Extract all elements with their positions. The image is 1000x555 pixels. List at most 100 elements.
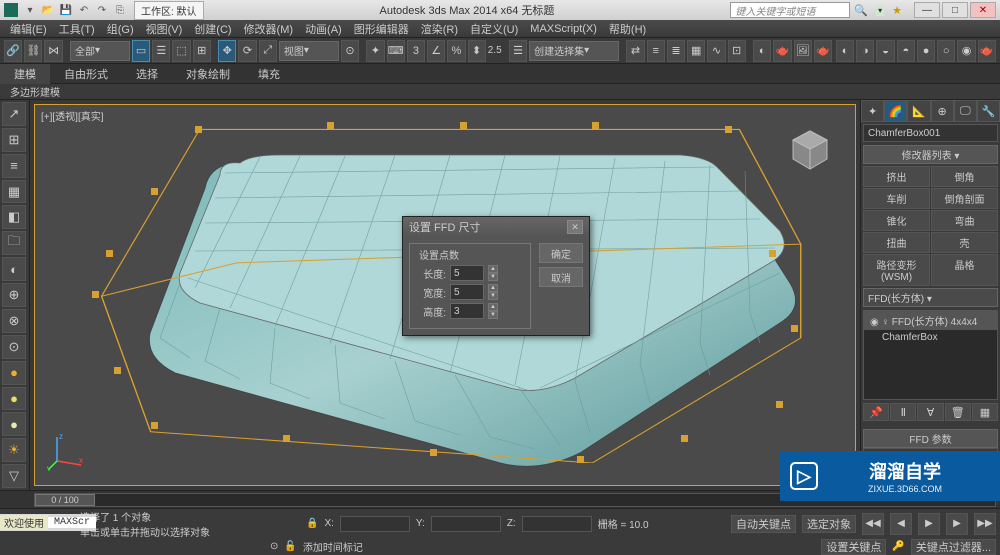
selection-filter-dropdown[interactable]: 全部 ▾ bbox=[70, 41, 130, 61]
object-name-field[interactable]: ChamferBox001 bbox=[863, 124, 998, 142]
mod-bevel-profile[interactable]: 倒角剖面 bbox=[931, 188, 998, 209]
stack-item-ffd[interactable]: ◉ ♀ FFD(长方体) 4x4x4 bbox=[864, 311, 997, 330]
ltool-light1-icon[interactable]: ● bbox=[2, 387, 26, 411]
window-crossing-button[interactable]: ⊞ bbox=[193, 40, 211, 62]
ref-coord-dropdown[interactable]: 视图 ▾ bbox=[279, 41, 339, 61]
keyfilter-button[interactable]: 关键点过滤器... bbox=[911, 539, 996, 555]
signin-icon[interactable]: ▾ bbox=[876, 5, 884, 16]
params-header[interactable]: FFD 参数 bbox=[863, 429, 998, 448]
stack-config-icon[interactable]: ▦ bbox=[972, 403, 998, 421]
ltool-omni-icon[interactable]: ☀ bbox=[2, 438, 26, 462]
tab-modeling[interactable]: 建模 bbox=[0, 64, 50, 84]
help-search-input[interactable]: 键入关键字或短语 bbox=[730, 2, 850, 18]
align-button[interactable]: ≡ bbox=[647, 40, 665, 62]
layers-button[interactable]: ≣ bbox=[667, 40, 685, 62]
t7[interactable]: ◉ bbox=[957, 40, 975, 62]
mod-lattice[interactable]: 晶格 bbox=[931, 254, 998, 286]
new-icon[interactable]: ▾ bbox=[22, 2, 38, 18]
ltool-7[interactable]: ◐ bbox=[2, 257, 26, 281]
edit-selection-set-button[interactable]: ☰ bbox=[509, 40, 527, 62]
snap-toggle-button[interactable]: 3 bbox=[407, 40, 425, 62]
mod-pathdeform[interactable]: 路径变形 (WSM) bbox=[863, 254, 930, 286]
maximize-button[interactable]: □ bbox=[942, 2, 968, 18]
length-spinner[interactable] bbox=[450, 265, 484, 281]
manipulate-button[interactable]: ✦ bbox=[366, 40, 384, 62]
ltool-sphere-icon[interactable]: ● bbox=[2, 361, 26, 385]
ribbon-toggle-button[interactable]: ▦ bbox=[687, 40, 705, 62]
height-spinner[interactable] bbox=[450, 303, 484, 319]
modifier-stack[interactable]: ◉ ♀ FFD(长方体) 4x4x4 ChamferBox bbox=[863, 310, 998, 400]
curve-editor-button[interactable]: ∿ bbox=[707, 40, 725, 62]
length-up[interactable]: ▲ bbox=[488, 265, 498, 273]
dialog-titlebar[interactable]: 设置 FFD 尺寸 ✕ bbox=[403, 217, 589, 237]
t8[interactable]: 🫖 bbox=[978, 40, 996, 62]
infocenter-icon[interactable]: 🔍 bbox=[854, 4, 868, 17]
select-move-button[interactable]: ✥ bbox=[218, 40, 236, 62]
cancel-button[interactable]: 取消 bbox=[539, 267, 583, 287]
next-frame-button[interactable]: ▶ bbox=[946, 513, 968, 535]
isolate-icon[interactable]: ⊙ bbox=[270, 541, 278, 552]
ltool-9[interactable]: ⊗ bbox=[2, 309, 26, 333]
select-object-button[interactable]: ▭ bbox=[132, 40, 150, 62]
percent-snap-button[interactable]: % bbox=[447, 40, 465, 62]
ltool-3[interactable]: ≡ bbox=[2, 154, 26, 178]
maxscript-listener[interactable]: 欢迎使用 MAXScr bbox=[0, 514, 96, 531]
x-coord-input[interactable] bbox=[340, 516, 410, 532]
ltool-1[interactable]: ↗ bbox=[2, 102, 26, 126]
t4[interactable]: ◓ bbox=[897, 40, 915, 62]
ltool-light2-icon[interactable]: ● bbox=[2, 412, 26, 436]
sellock-icon[interactable]: 🔓 bbox=[284, 541, 296, 552]
menu-modifiers[interactable]: 修改器(M) bbox=[238, 21, 300, 37]
schematic-view-button[interactable]: ⊡ bbox=[728, 40, 746, 62]
mod-shell[interactable]: 壳 bbox=[931, 232, 998, 253]
project-icon[interactable]: ⎘ bbox=[112, 2, 128, 18]
height-up[interactable]: ▲ bbox=[488, 303, 498, 311]
pivot-center-button[interactable]: ⊙ bbox=[341, 40, 359, 62]
select-scale-button[interactable]: ⤢ bbox=[259, 40, 277, 62]
tab-modify-icon[interactable]: 🌈 bbox=[884, 100, 907, 122]
mod-lathe[interactable]: 车削 bbox=[863, 188, 930, 209]
spinner-snap-button[interactable]: ⬍ bbox=[468, 40, 486, 62]
tab-populate[interactable]: 填充 bbox=[244, 64, 294, 84]
ok-button[interactable]: 确定 bbox=[539, 243, 583, 263]
menu-animation[interactable]: 动画(A) bbox=[299, 21, 348, 37]
z-coord-input[interactable] bbox=[522, 516, 592, 532]
keyboard-shortcut-button[interactable]: ⌨ bbox=[387, 40, 405, 62]
menu-maxscript[interactable]: MAXScript(X) bbox=[524, 23, 603, 35]
select-rotate-button[interactable]: ⟳ bbox=[238, 40, 256, 62]
bind-icon[interactable]: ⋈ bbox=[44, 40, 62, 62]
angle-snap-button[interactable]: ∠ bbox=[427, 40, 445, 62]
goto-start-button[interactable]: ◀◀ bbox=[862, 513, 884, 535]
stack-show-icon[interactable]: Ⅱ bbox=[890, 403, 916, 421]
stack-pin-icon[interactable]: 📌 bbox=[863, 403, 889, 421]
autokey-button[interactable]: 自动关键点 bbox=[731, 515, 796, 533]
t6[interactable]: ○ bbox=[937, 40, 955, 62]
dialog-close-button[interactable]: ✕ bbox=[567, 220, 583, 234]
mod-taper[interactable]: 锥化 bbox=[863, 210, 930, 231]
lock-icon[interactable]: 🔒 bbox=[306, 518, 318, 529]
tab-utilities-icon[interactable]: 🔧 bbox=[977, 100, 1000, 122]
t1[interactable]: ◐ bbox=[836, 40, 854, 62]
modifier-list-dropdown[interactable]: 修改器列表 ▾ bbox=[863, 145, 998, 164]
rendered-frame-button[interactable]: 🖼 bbox=[794, 40, 812, 62]
ltool-5[interactable]: ◧ bbox=[2, 205, 26, 229]
select-name-button[interactable]: ☰ bbox=[152, 40, 170, 62]
ltool-4[interactable]: ▦ bbox=[2, 180, 26, 204]
unlink-icon[interactable]: ⛓ bbox=[24, 40, 42, 62]
favorites-icon[interactable]: ★ bbox=[892, 4, 902, 17]
ltool-cone-icon[interactable]: ▽ bbox=[2, 464, 26, 488]
mod-twist[interactable]: 扭曲 bbox=[863, 232, 930, 253]
t2[interactable]: ◑ bbox=[856, 40, 874, 62]
material-editor-button[interactable]: ◐ bbox=[753, 40, 771, 62]
goto-end-button[interactable]: ▶▶ bbox=[974, 513, 996, 535]
menu-graph-editors[interactable]: 图形编辑器 bbox=[348, 21, 415, 37]
undo-icon[interactable]: ↶ bbox=[76, 2, 92, 18]
ffd-rollout[interactable]: FFD(长方体) ▾ bbox=[863, 288, 998, 307]
named-selection-dropdown[interactable]: 创建选择集 ▾ bbox=[529, 41, 619, 61]
menu-views[interactable]: 视图(V) bbox=[140, 21, 189, 37]
render-production-button[interactable]: 🫖 bbox=[814, 40, 832, 62]
tab-create-icon[interactable]: ✦ bbox=[861, 100, 884, 122]
add-time-tag[interactable]: 添加时间标记 bbox=[303, 539, 363, 554]
y-coord-input[interactable] bbox=[431, 516, 501, 532]
menu-tools[interactable]: 工具(T) bbox=[53, 21, 101, 37]
